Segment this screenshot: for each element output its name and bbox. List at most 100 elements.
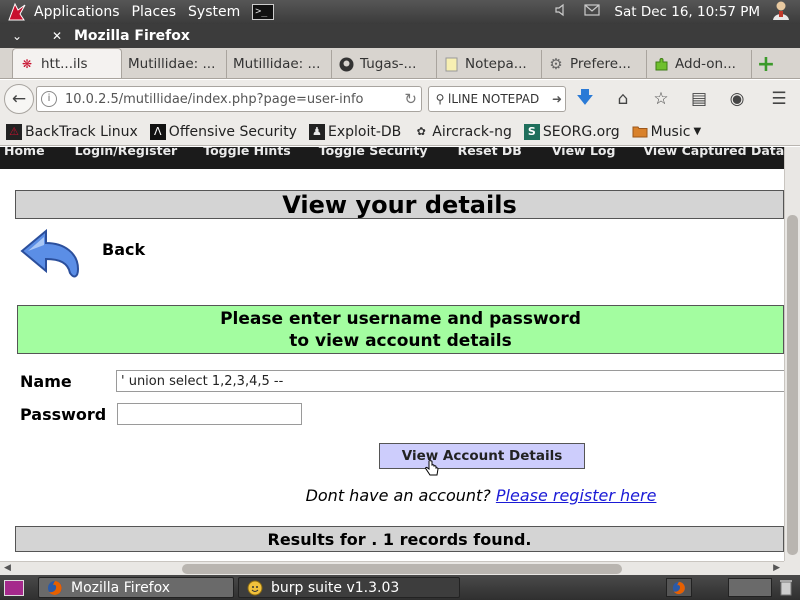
user-icon[interactable] [772,0,790,24]
task-label: burp suite v1.3.03 [271,579,400,596]
task-burp-suite[interactable]: burp suite v1.3.03 [238,577,460,598]
page-viewport: Home Login/Register Toggle Hints Toggle … [0,147,784,561]
tab-addons[interactable]: Add-on... [647,50,752,78]
bookmark-aircrack[interactable]: ✿ Aircrack-ng [413,124,512,140]
tab-mutillidae-2[interactable]: Mutillidae: ... [227,50,332,78]
search-engine-icon[interactable]: ⚲ [432,92,448,106]
view-account-details-button[interactable]: View Account Details [379,443,585,469]
backtrack-dragon-icon[interactable] [4,0,30,24]
back-link[interactable]: Back [18,225,168,287]
back-arrow-icon[interactable] [18,225,86,287]
close-window-icon[interactable]: ✕ [48,29,66,43]
bookmarks-toolbar: ⚠ BackTrack Linux Λ Offensive Security ♟… [0,118,800,146]
hamburger-menu-icon[interactable]: ☰ [760,89,798,109]
chat-icon[interactable]: ◉ [718,89,756,109]
mail-icon[interactable] [584,4,601,20]
bookmark-star-icon[interactable]: ☆ [642,89,680,109]
task-label: Mozilla Firefox [71,579,171,596]
tab-preferences[interactable]: ⚙ Prefere... [542,50,647,78]
back-label[interactable]: Back [102,240,145,259]
search-bar[interactable]: ⚲ lLINE NOTEPAD ➜ [428,86,566,112]
tab-label: Add-on... [675,56,736,72]
bookmark-seorg[interactable]: S SEORG.org [523,123,620,140]
browser-back-button[interactable]: ← [4,84,34,114]
bookmarks-list-icon[interactable]: ▤ [680,89,718,109]
register-text: Dont have an account? [305,486,491,505]
chevron-down-icon: ▼ [693,126,702,137]
horizontal-scroll-thumb[interactable] [182,564,622,574]
window-title: Mozilla Firefox [74,28,190,44]
places-menu[interactable]: Places [132,4,177,20]
tab-mutillidae-1[interactable]: Mutillidae: ... [122,50,227,78]
url-bar[interactable]: i 10.0.2.5/mutillidae/index.php?page=use… [36,86,422,112]
tab-tugas[interactable]: Tugas-... [332,50,437,78]
tab-label: Notepa... [465,56,527,72]
bookmark-offensive-security[interactable]: Λ Offensive Security [149,123,297,140]
password-input[interactable] [117,403,302,425]
nav-view-captured-data[interactable]: View Captured Data [643,147,784,158]
name-input[interactable] [116,370,784,392]
show-desktop-icon[interactable] [4,579,24,596]
home-icon[interactable]: ⌂ [604,89,642,109]
bookmark-backtrack[interactable]: ⚠ BackTrack Linux [6,123,138,140]
nav-toggle-security[interactable]: Toggle Security [319,147,428,158]
scroll-right-arrow-icon[interactable]: ▶ [773,563,780,573]
hand-cursor-icon [425,460,439,476]
window-menu-chevron-icon[interactable]: ⌄ [8,29,26,43]
gear-icon: ⚙ [549,55,563,73]
nav-login-register[interactable]: Login/Register [75,147,178,158]
workspace-switcher-icon[interactable] [728,578,772,597]
bottom-taskbar: Mozilla Firefox burp suite v1.3.03 [0,575,800,600]
search-input[interactable]: lLINE NOTEPAD [448,92,552,106]
reload-icon[interactable]: ↻ [404,90,417,108]
panel-clock[interactable]: Sat Dec 16, 10:57 PM [614,4,760,20]
prompt-line-1: Please enter username and password [220,308,581,329]
firefox-icon [47,580,63,596]
site-info-icon[interactable]: i [41,91,57,107]
register-link[interactable]: Please register here [496,486,657,505]
vertical-scroll-thumb[interactable] [787,215,798,555]
search-go-icon[interactable]: ➜ [552,92,562,106]
site-navigation-bar: Home Login/Register Toggle Hints Toggle … [0,147,784,169]
system-menu[interactable]: System [188,4,240,20]
backtrack-icon: ⚠ [6,123,22,140]
vertical-scrollbar[interactable] [784,147,800,561]
task-firefox[interactable]: Mozilla Firefox [38,577,234,598]
nav-reset-db[interactable]: Reset DB [458,147,522,158]
bookmark-folder-music[interactable]: Music ▼ [632,124,702,140]
taskbar-firefox-launcher-icon[interactable] [666,578,692,597]
bookmark-exploit-db[interactable]: ♟ Exploit-DB [308,123,402,140]
tab-label: Tugas-... [360,56,417,72]
github-icon [338,56,354,72]
nav-home[interactable]: Home [4,147,45,158]
puzzle-icon [653,56,669,72]
gnome-top-panel: Applications Places System >_ Sat Dec 16… [0,0,800,24]
tab-label: Mutillidae: ... [233,56,321,72]
bookmark-label: BackTrack Linux [25,123,138,140]
bookmark-label: Offensive Security [168,123,297,140]
trash-icon[interactable] [778,578,796,597]
bug-favicon-icon: ❋ [21,56,33,71]
horizontal-scrollbar[interactable]: ◀ ▶ [0,561,784,575]
navigation-toolbar: ← i 10.0.2.5/mutillidae/index.php?page=u… [0,80,800,118]
new-tab-button[interactable]: + [752,50,780,78]
speaker-icon[interactable] [554,3,568,21]
aircrack-icon: ✿ [416,125,426,138]
bookmark-label: Aircrack-ng [432,123,512,140]
tab-label: Mutillidae: ... [128,56,216,72]
offsec-icon: Λ [149,123,166,140]
applications-menu[interactable]: Applications [34,4,120,20]
exploitdb-icon: ♟ [308,123,325,140]
bookmark-label: Exploit-DB [327,123,402,140]
tab-notepad[interactable]: Notepa... [437,50,542,78]
password-label: Password [20,405,107,424]
tab-user-info[interactable]: ❋ htt...ils [12,48,122,78]
seorg-icon: S [523,123,540,140]
terminal-icon[interactable]: >_ [252,4,275,20]
url-text[interactable]: 10.0.2.5/mutillidae/index.php?page=user-… [65,92,404,107]
tab-label: Prefere... [570,56,631,72]
nav-view-log[interactable]: View Log [552,147,616,158]
scroll-left-arrow-icon[interactable]: ◀ [4,563,11,573]
nav-toggle-hints[interactable]: Toggle Hints [203,147,291,158]
download-icon[interactable]: 🡇 [566,85,604,114]
